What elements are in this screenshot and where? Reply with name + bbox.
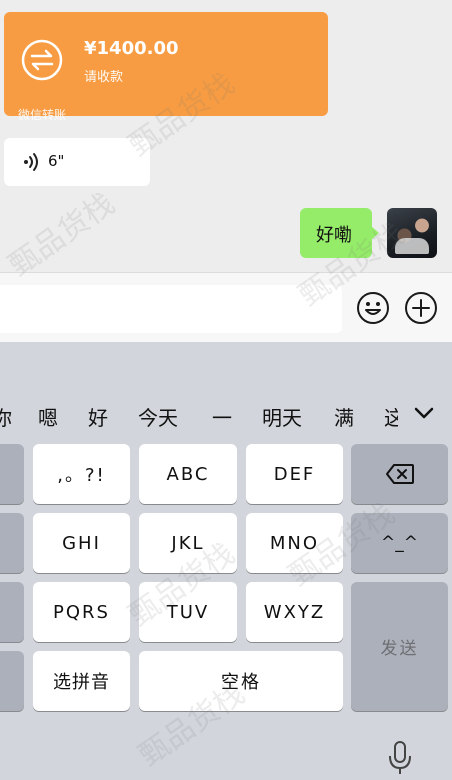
left-function-key[interactable] [0,513,24,573]
outgoing-message-text: 好嘞 [316,225,352,246]
candidate-word[interactable]: 嗯 [38,402,58,431]
candidate-word[interactable]: 明天 [262,402,302,431]
plus-icon[interactable] [404,291,438,325]
voice-message[interactable]: 6" [4,138,150,186]
backspace-icon [385,464,414,484]
left-function-key[interactable] [0,582,24,642]
message-input[interactable] [0,285,342,333]
emoji-icon[interactable] [356,291,390,325]
transfer-status: 请收款 [84,70,124,85]
transfer-message-card[interactable]: ¥1400.00 请收款 微信转账 [4,12,328,122]
key-def[interactable]: DEF [246,444,343,504]
message-input-bar [0,272,452,343]
candidate-word[interactable]: 这 [384,402,398,431]
left-function-key[interactable] [0,651,24,711]
transfer-amount: ¥1400.00 [84,38,179,59]
send-key[interactable]: 发送 [351,582,448,711]
transfer-icon [21,39,63,81]
outgoing-message-bubble[interactable]: 好嘞 [300,208,379,258]
microphone-icon[interactable] [386,740,414,776]
key-punctuation[interactable]: ,。?! [33,444,130,504]
space-key[interactable]: 空格 [139,651,343,711]
left-function-key[interactable] [0,444,24,504]
candidate-word[interactable]: 你 [0,402,12,431]
chat-area: ¥1400.00 请收款 微信转账 6" 好嘞 [0,0,452,272]
emoticon-key[interactable]: ^_^ [351,513,448,573]
key-ghi[interactable]: GHI [33,513,130,573]
chevron-down-icon[interactable] [412,404,436,422]
key-wxyz[interactable]: WXYZ [246,582,343,642]
voice-duration: 6" [48,152,65,170]
key-jkl[interactable]: JKL [139,513,237,573]
ime-keyboard: 你 嗯 好 今天 一 明天 满 这 ,。?! ABC DEF GHI JKL M… [0,342,452,780]
candidate-word[interactable]: 一 [212,402,232,431]
user-avatar[interactable] [387,208,437,258]
key-mno[interactable]: MNO [246,513,343,573]
backspace-key[interactable] [351,444,448,504]
voice-wave-icon [24,153,38,171]
candidate-bar: 你 嗯 好 今天 一 明天 满 这 [0,394,452,436]
transfer-footer-label: 微信转账 [18,108,67,122]
key-abc[interactable]: ABC [139,444,237,504]
select-pinyin-key[interactable]: 选拼音 [33,651,130,711]
candidate-word[interactable]: 好 [88,402,108,431]
candidate-word[interactable]: 今天 [138,402,178,431]
key-tuv[interactable]: TUV [139,582,237,642]
candidate-word[interactable]: 满 [334,402,354,431]
key-pqrs[interactable]: PQRS [33,582,130,642]
